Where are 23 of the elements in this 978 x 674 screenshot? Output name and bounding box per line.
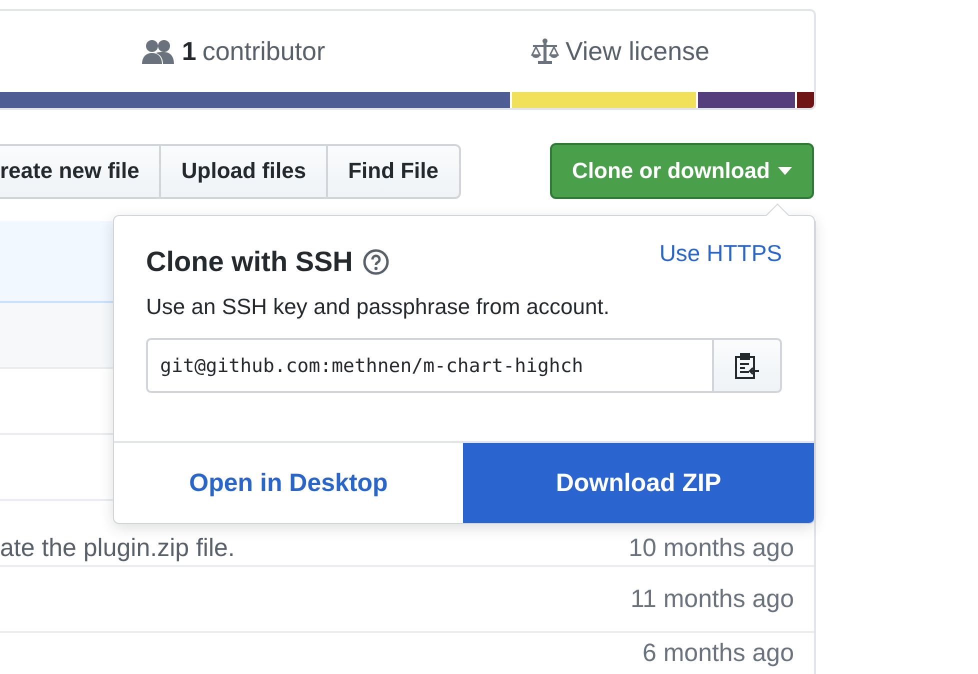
download-zip-button[interactable]: Download ZIP xyxy=(463,443,814,523)
clipboard-icon xyxy=(733,352,761,380)
clone-download-button[interactable]: Clone or download xyxy=(550,143,814,199)
popover-title: Clone with SSH xyxy=(146,246,353,278)
license-link[interactable]: View license xyxy=(565,36,710,67)
commit-age: 10 months ago xyxy=(628,534,795,563)
file-action-button[interactable]: reate new file xyxy=(0,144,162,198)
commit-age: 11 months ago xyxy=(630,584,795,614)
clone-url-field[interactable]: git@github.com:methnen/m-chart-highch xyxy=(146,338,712,393)
file-action-button[interactable]: Find File xyxy=(328,144,461,198)
scale-icon xyxy=(531,38,560,66)
open-desktop-button[interactable]: Open in Desktop xyxy=(114,443,463,523)
help-icon[interactable] xyxy=(362,249,389,275)
commit-age: 6 months ago xyxy=(642,639,795,668)
contributor-count[interactable]: 1 xyxy=(182,36,196,67)
people-icon xyxy=(142,38,174,64)
commit-message[interactable]: ate the plugin.zip file. xyxy=(0,534,235,563)
copy-button[interactable] xyxy=(712,338,782,393)
caret-icon xyxy=(778,167,792,175)
file-action-button[interactable]: Upload files xyxy=(161,144,328,198)
use-https-link[interactable]: Use HTTPS xyxy=(659,240,782,267)
popover-description: Use an SSH key and passphrase from account. xyxy=(146,294,610,320)
contributor-label[interactable]: contributor xyxy=(202,36,326,67)
